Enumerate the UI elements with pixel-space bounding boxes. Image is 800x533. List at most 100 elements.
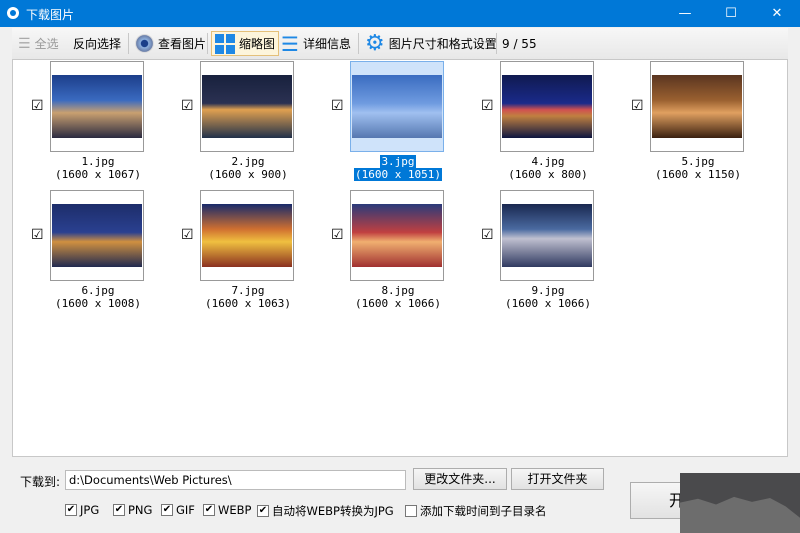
image-count: 9 / 55 <box>502 36 537 51</box>
image-dimensions: (1600 x 1008) <box>54 297 142 310</box>
app-icon <box>7 7 19 19</box>
thumbnail-image <box>352 204 442 267</box>
image-name: 2.jpg <box>231 155 265 168</box>
invert-selection-button[interactable]: 反向选择 <box>70 31 124 56</box>
image-item[interactable]: ☑ 6.jpg (1600 x 1008) <box>23 190 173 318</box>
image-name: 6.jpg <box>81 284 115 297</box>
image-dimensions: (1600 x 1051) <box>353 168 443 181</box>
format-option-checkbox[interactable]: ✔ GIF <box>161 503 195 517</box>
thumbnail-image <box>202 204 292 267</box>
checklist-icon: ☰ <box>18 35 31 52</box>
list-icon: ☰ <box>281 31 299 56</box>
gear-icon: ⚙ <box>365 30 385 56</box>
thumbnail-image <box>202 75 292 138</box>
image-item[interactable]: ☑ 5.jpg (1600 x 1150) <box>623 61 773 189</box>
option-label: 添加下载时间到子目录名 <box>420 504 547 518</box>
details-label: 详细信息 <box>302 37 351 51</box>
thumbnail-image <box>52 204 142 267</box>
close-button[interactable]: ✕ <box>754 0 800 27</box>
size-format-settings-button[interactable]: ⚙ 图片尺寸和格式设置 <box>362 31 500 56</box>
option-label: WEBP <box>218 503 252 517</box>
checkbox-box[interactable]: ✔ <box>257 505 269 517</box>
item-checkbox[interactable]: ☑ <box>481 99 495 113</box>
option-label: JPG <box>80 503 100 517</box>
thumbnail[interactable] <box>500 190 594 281</box>
image-name: 5.jpg <box>681 155 715 168</box>
format-option-checkbox[interactable]: ✔ JPG <box>65 503 99 517</box>
thumbnail-image <box>502 204 592 267</box>
select-all-button[interactable]: ☰ 全选 <box>15 31 62 56</box>
image-name: 7.jpg <box>231 284 265 297</box>
option-label: GIF <box>176 503 195 517</box>
download-panel: 下载到: d:\Documents\Web Pictures\ 更改文件夹...… <box>12 457 788 533</box>
select-all-label: 全选 <box>34 37 59 51</box>
thumbnail[interactable] <box>350 190 444 281</box>
settings-label: 图片尺寸和格式设置 <box>388 37 497 51</box>
toolbar: ☰ 全选 反向选择 查看图片 缩略图 ☰ 详细信息 ⚙ 图片尺寸和格式设置 9 … <box>12 28 788 59</box>
image-name: 3.jpg <box>380 155 416 168</box>
image-dimensions: (1600 x 1066) <box>354 297 442 310</box>
change-folder-button[interactable]: 更改文件夹... <box>413 468 507 490</box>
thumbnail-image <box>502 75 592 138</box>
image-dimensions: (1600 x 800) <box>508 168 588 181</box>
image-item[interactable]: ☑ 1.jpg (1600 x 1067) <box>23 61 173 189</box>
format-option-checkbox[interactable]: 添加下载时间到子目录名 <box>405 503 547 519</box>
image-name: 1.jpg <box>81 155 115 168</box>
image-item[interactable]: ☑ 8.jpg (1600 x 1066) <box>323 190 473 318</box>
item-checkbox[interactable]: ☑ <box>331 99 345 113</box>
thumbnail-image <box>652 75 742 138</box>
image-dimensions: (1600 x 1067) <box>54 168 142 181</box>
format-option-checkbox[interactable]: ✔ WEBP <box>203 503 251 517</box>
download-path-input[interactable]: d:\Documents\Web Pictures\ <box>65 470 406 490</box>
image-dimensions: (1600 x 900) <box>208 168 288 181</box>
item-checkbox[interactable]: ☑ <box>31 99 45 113</box>
checkbox-box[interactable]: ✔ <box>203 504 215 516</box>
image-dimensions: (1600 x 1063) <box>204 297 292 310</box>
image-item[interactable]: ☑ 3.jpg (1600 x 1051) <box>323 61 473 189</box>
item-checkbox[interactable]: ☑ <box>331 228 345 242</box>
minimize-button[interactable]: — <box>662 0 708 27</box>
view-image-button[interactable]: 查看图片 <box>132 31 209 56</box>
image-name: 8.jpg <box>381 284 415 297</box>
details-view-button[interactable]: ☰ 详细信息 <box>278 31 354 56</box>
eye-icon <box>135 34 154 53</box>
download-to-label: 下载到: <box>20 475 61 489</box>
thumbnail[interactable] <box>50 61 144 152</box>
overlay-graphic <box>680 473 800 533</box>
image-name: 4.jpg <box>531 155 565 168</box>
checkbox-box[interactable]: ✔ <box>161 504 173 516</box>
thumbnail[interactable] <box>50 190 144 281</box>
thumbnails-view-button[interactable]: 缩略图 <box>211 31 280 56</box>
image-item[interactable]: ☑ 7.jpg (1600 x 1063) <box>173 190 323 318</box>
checkbox-box[interactable]: ✔ <box>65 504 77 516</box>
window-title: 下载图片 <box>26 8 75 22</box>
checkbox-box[interactable]: ✔ <box>113 504 125 516</box>
grid-icon <box>215 33 235 54</box>
image-item[interactable]: ☑ 9.jpg (1600 x 1066) <box>473 190 623 318</box>
image-item[interactable]: ☑ 4.jpg (1600 x 800) <box>473 61 623 189</box>
option-label: 自动将WEBP转换为JPG <box>272 504 394 518</box>
thumbnails-label: 缩略图 <box>239 37 276 51</box>
thumbnail[interactable] <box>350 61 444 152</box>
item-checkbox[interactable]: ☑ <box>181 99 195 113</box>
thumbnail-grid[interactable]: ☑ 1.jpg (1600 x 1067) ☑ 2.jpg (1600 x 900) ☑… <box>12 59 788 457</box>
image-item[interactable]: ☑ 2.jpg (1600 x 900) <box>173 61 323 189</box>
option-label: PNG <box>128 503 153 517</box>
thumbnail[interactable] <box>500 61 594 152</box>
title-bar: 下载图片 — ☐ ✕ <box>0 0 800 27</box>
item-checkbox[interactable]: ☑ <box>631 99 645 113</box>
image-dimensions: (1600 x 1066) <box>504 297 592 310</box>
format-option-checkbox[interactable]: ✔ 自动将WEBP转换为JPG <box>257 503 394 519</box>
thumbnail[interactable] <box>200 190 294 281</box>
open-folder-button[interactable]: 打开文件夹 <box>511 468 604 490</box>
item-checkbox[interactable]: ☑ <box>481 228 495 242</box>
format-option-checkbox[interactable]: ✔ PNG <box>113 503 152 517</box>
item-checkbox[interactable]: ☑ <box>31 228 45 242</box>
thumbnail[interactable] <box>200 61 294 152</box>
thumbnail[interactable] <box>650 61 744 152</box>
maximize-button[interactable]: ☐ <box>708 0 754 27</box>
thumbnail-image <box>52 75 142 138</box>
item-checkbox[interactable]: ☑ <box>181 228 195 242</box>
thumbnail-image <box>352 75 442 138</box>
checkbox-box[interactable] <box>405 505 417 517</box>
